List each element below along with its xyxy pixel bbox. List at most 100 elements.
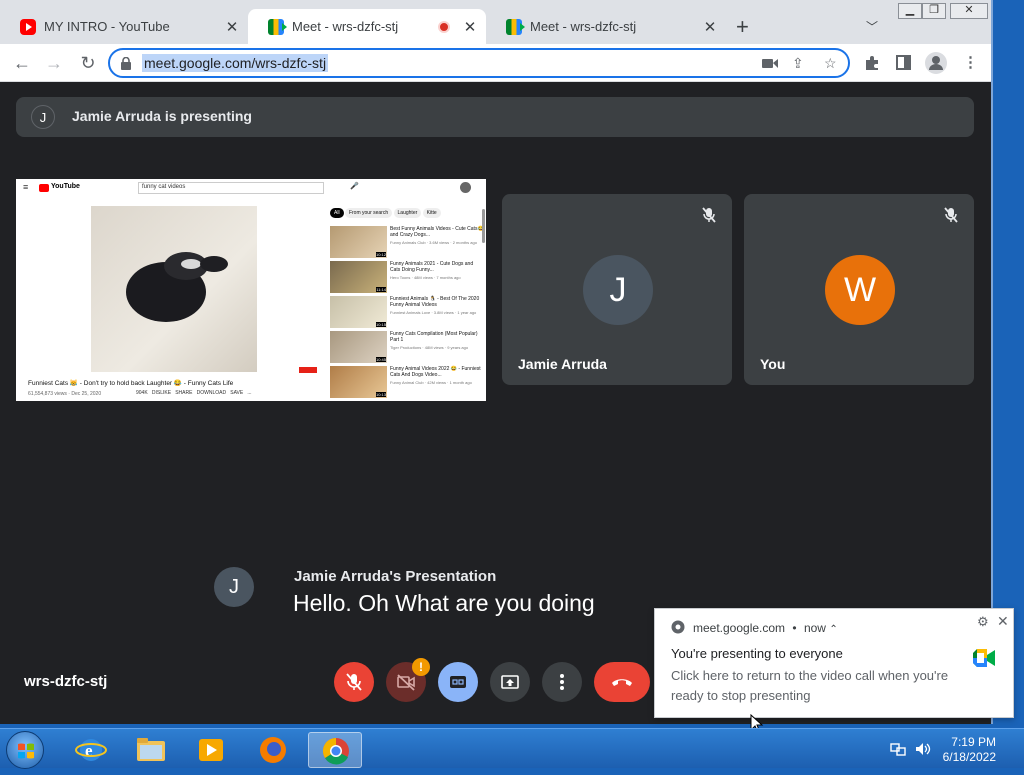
share-icon[interactable]: ⇪ [792, 55, 804, 72]
yt-like-count[interactable]: 904K [136, 390, 148, 396]
taskbar-ie[interactable]: e [64, 732, 118, 768]
participant-name: You [760, 356, 786, 372]
camera-in-use-icon[interactable] [762, 58, 778, 69]
mic-off-icon [944, 207, 958, 223]
yt-scrollbar[interactable] [482, 209, 485, 243]
system-clock[interactable]: 7:19 PM 6/18/2022 [940, 735, 996, 765]
shared-screen[interactable]: ≡ YouTube funny cat videos 🎤 Funniest Ca… [16, 179, 486, 401]
yt-search-box[interactable]: funny cat videos [138, 182, 324, 194]
yt-download[interactable]: DOWNLOAD [197, 390, 226, 396]
taskbar-media-player[interactable] [184, 732, 238, 768]
yt-chip[interactable]: All [330, 208, 344, 218]
internet-explorer-icon: e [75, 739, 107, 761]
notification-settings-icon[interactable]: ⚙ [977, 614, 989, 630]
chrome-icon [322, 737, 349, 765]
yt-chip[interactable]: Kitte [422, 208, 441, 218]
yt-share[interactable]: SHARE [175, 390, 192, 396]
yt-rec-item[interactable]: 11:14 Funny Animals 2021 - Cute Dogs and… [330, 261, 484, 296]
start-button[interactable] [6, 731, 44, 769]
yt-chip[interactable]: Laughter [393, 208, 422, 218]
subscribe-badge [299, 367, 317, 373]
bookmark-star-icon[interactable]: ☆ [824, 55, 837, 72]
notification-close-icon[interactable]: ✕ [997, 613, 1009, 630]
address-bar[interactable]: meet.google.com/wrs-dzfc-stj ⇪ ☆ [108, 48, 850, 78]
windows-taskbar: e 7:19 PM 6/18/2022 [0, 728, 1024, 769]
new-tab-button[interactable]: + [736, 14, 749, 40]
forward-button[interactable]: → [42, 52, 66, 74]
present-screen-icon [501, 675, 519, 689]
extensions-icon[interactable] [864, 55, 880, 71]
menu-kebab-icon[interactable]: ⋮ [963, 53, 978, 71]
yt-rec-item[interactable]: 10:45 Funny Cats Compilation (Most Popul… [330, 331, 484, 366]
yt-rec-thumb: 11:14 [330, 261, 387, 293]
taskbar-chrome[interactable] [308, 732, 362, 768]
tab-title: Meet - wrs-dzfc-stj [530, 19, 637, 34]
tab-meet-active[interactable]: Meet - wrs-dzfc-stj ✕ [248, 9, 486, 44]
maximize-button[interactable]: ❐ [922, 3, 946, 19]
notification-source: meet.google.com • now ⌃ [693, 621, 838, 635]
participant-name: Jamie Arruda [518, 356, 607, 372]
taskbar-explorer[interactable] [124, 732, 178, 768]
yt-mic-icon: 🎤 [350, 183, 359, 190]
reload-button[interactable]: ↻ [76, 52, 100, 74]
taskbar-firefox[interactable] [246, 732, 300, 768]
yt-rec-title: Funny Animals 2021 - Cute Dogs and Cats … [390, 261, 474, 273]
close-tab-icon[interactable]: ✕ [222, 18, 242, 36]
yt-more[interactable]: ... [247, 390, 251, 396]
yt-save[interactable]: SAVE [230, 390, 243, 396]
side-panel-icon[interactable] [896, 55, 911, 70]
participant-avatar: J [583, 255, 653, 325]
present-screen-button[interactable] [490, 662, 530, 702]
presenting-notification[interactable]: meet.google.com • now ⌃ ⚙ ✕ You're prese… [654, 608, 1014, 718]
clock-date: 6/18/2022 [942, 750, 996, 764]
network-icon[interactable] [890, 741, 906, 757]
close-window-button[interactable]: ✕ [950, 3, 988, 19]
mic-toggle-button[interactable] [334, 662, 374, 702]
presenting-banner: J Jamie Arruda is presenting [16, 97, 974, 137]
browser-toolbar: ← → ↻ meet.google.com/wrs-dzfc-stj ⇪ ☆ ⋮ [0, 44, 991, 82]
captions-toggle-button[interactable] [438, 662, 478, 702]
yt-rec-title: Funny Animal Videos 2022 😂 - Funniest Ca… [390, 366, 481, 378]
yt-dislike[interactable]: DISLIKE [152, 390, 171, 396]
tab-title: MY INTRO - YouTube [44, 19, 170, 34]
tab-meet[interactable]: Meet - wrs-dzfc-stj ✕ [486, 9, 726, 44]
notification-origin: meet.google.com [693, 621, 786, 635]
meet-icon [268, 18, 287, 35]
camera-toggle-button[interactable]: ! [386, 658, 430, 702]
participant-tile-you[interactable]: W You [744, 194, 974, 385]
volume-icon[interactable] [914, 741, 932, 757]
yt-chip[interactable]: From your search [344, 208, 393, 218]
notification-title: You're presenting to everyone [671, 646, 843, 661]
yt-rec-item[interactable]: 10:15 Funniest Animals 🐧 - Best Of The 2… [330, 296, 484, 331]
leave-call-button[interactable] [594, 662, 650, 702]
notification-time: now [803, 621, 826, 635]
lock-icon [121, 57, 131, 70]
yt-rec-meta: Funny Animal Club · 42M views · 1 month … [390, 380, 472, 385]
yt-rec-item[interactable]: 10:12 Best Funny Animals Videos - Cute C… [330, 226, 484, 261]
notification-body: Click here to return to the video call w… [671, 668, 949, 703]
yt-rec-meta: Funny Animals Club · 3.6M views · 2 mont… [390, 240, 477, 245]
collapse-chevron-icon[interactable]: ⌃ [829, 624, 837, 635]
yt-rec-thumb: 10:13 [330, 366, 387, 398]
yt-avatar [460, 182, 471, 193]
yt-header: ≡ YouTube funny cat videos 🎤 [16, 179, 486, 197]
yt-chip-row: All From your search Laughter Kitte [330, 208, 441, 220]
tab-youtube[interactable]: MY INTRO - YouTube ✕ [0, 9, 248, 44]
profile-avatar[interactable] [925, 52, 947, 74]
chrome-icon [671, 620, 685, 634]
firefox-icon [260, 737, 286, 763]
tab-strip: MY INTRO - YouTube ✕ Meet - wrs-dzfc-stj… [0, 0, 991, 44]
caption-speaker: Jamie Arruda's Presentation [294, 568, 497, 585]
close-tab-icon[interactable]: ✕ [460, 18, 480, 36]
tab-search-chevron-icon[interactable]: ﹀ [866, 18, 878, 35]
minimize-button[interactable]: ▁ [898, 3, 922, 19]
participant-tile-jamie[interactable]: J Jamie Arruda [502, 194, 732, 385]
back-button[interactable]: ← [10, 52, 34, 74]
yt-search-query: funny cat videos [142, 184, 186, 190]
hamburger-icon: ≡ [23, 182, 29, 192]
yt-rec-item[interactable]: 10:13 Funny Animal Videos 2022 😂 - Funni… [330, 366, 484, 401]
more-options-button[interactable] [542, 662, 582, 702]
yt-rec-title: Best Funny Animals Videos - Cute Cats😂 a… [390, 226, 484, 238]
url-text[interactable]: meet.google.com/wrs-dzfc-stj [142, 54, 329, 72]
close-tab-icon[interactable]: ✕ [700, 18, 720, 36]
